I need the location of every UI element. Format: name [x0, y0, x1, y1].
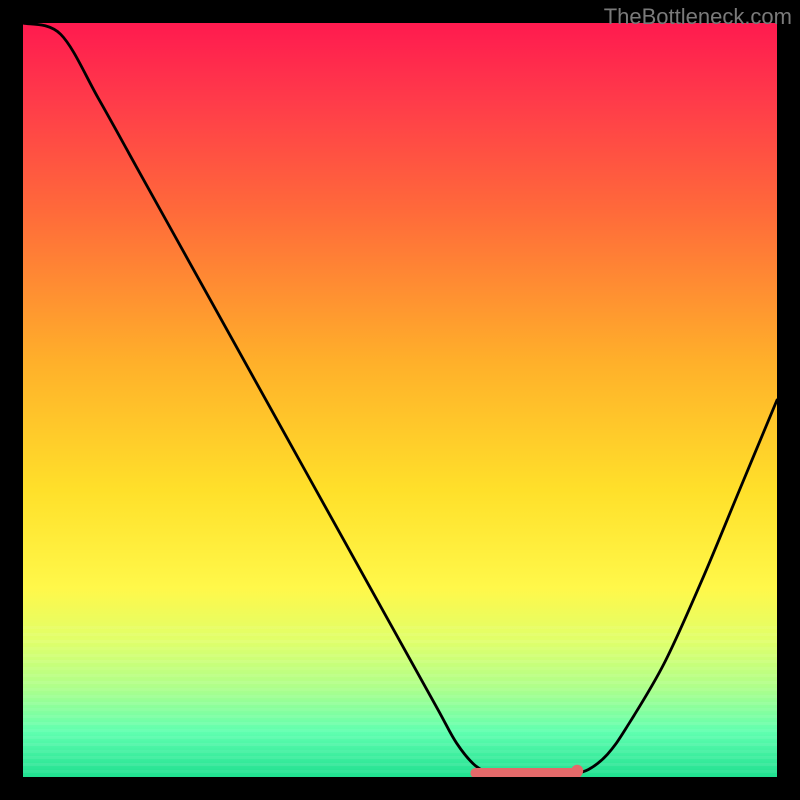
plot-area: [23, 23, 777, 777]
chart-container: { "watermark": "TheBottleneck.com", "col…: [0, 0, 800, 800]
curve-layer: [23, 23, 777, 777]
watermark-text: TheBottleneck.com: [604, 4, 792, 30]
curve-marker: [571, 765, 583, 777]
bottleneck-curve: [23, 23, 777, 777]
